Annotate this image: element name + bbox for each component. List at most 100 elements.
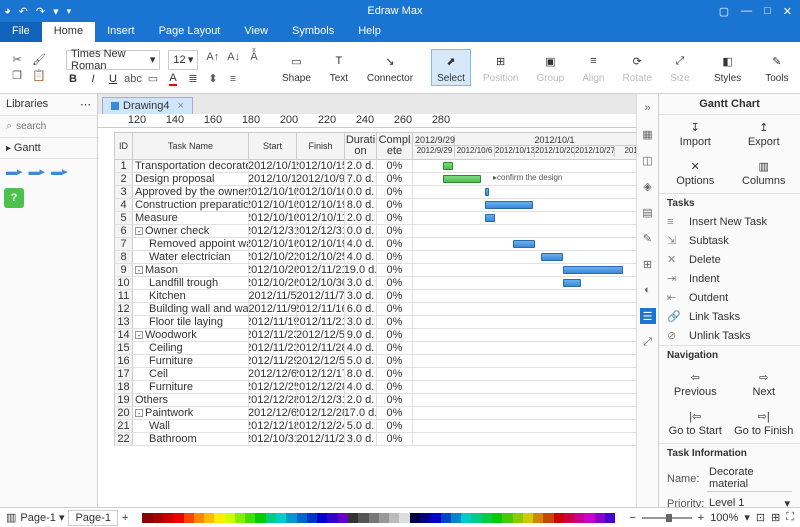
priority-field[interactable]: Level 1▾ bbox=[707, 496, 792, 507]
group-button[interactable]: ▣Group bbox=[530, 49, 570, 86]
zoom-slider[interactable] bbox=[642, 517, 692, 519]
goto-finish-button[interactable]: ⇨|Go to Finish bbox=[732, 410, 797, 437]
tool-icon[interactable]: ▦ bbox=[640, 126, 656, 142]
table-row[interactable]: 16Furniture2012/11/292012/12/55.0 d.0% bbox=[114, 355, 636, 368]
color-swatch[interactable] bbox=[379, 513, 389, 523]
color-swatch[interactable] bbox=[204, 513, 214, 523]
color-swatch[interactable] bbox=[286, 513, 296, 523]
export-button[interactable]: ↥Export bbox=[732, 121, 797, 148]
bold-icon[interactable]: B bbox=[66, 72, 80, 86]
menu-tab-view[interactable]: View bbox=[232, 22, 280, 42]
color-swatch[interactable] bbox=[554, 513, 564, 523]
color-swatch[interactable] bbox=[605, 513, 615, 523]
zoom-in-icon[interactable]: + bbox=[698, 512, 704, 524]
menu-tab-page-layout[interactable]: Page Layout bbox=[147, 22, 233, 42]
color-swatch[interactable] bbox=[142, 513, 152, 523]
menu-tab-symbols[interactable]: Symbols bbox=[280, 22, 346, 42]
previous-button[interactable]: ⇦Previous bbox=[663, 371, 728, 398]
zoom-value[interactable]: 100% bbox=[710, 512, 738, 524]
styles-button[interactable]: ◧Styles bbox=[708, 49, 747, 86]
copy-icon[interactable]: ❐ bbox=[10, 69, 24, 83]
color-swatch[interactable] bbox=[410, 513, 420, 523]
tool-icon[interactable]: ⊞ bbox=[640, 256, 656, 272]
tool-icon[interactable]: ⤢ bbox=[640, 334, 656, 350]
color-swatch[interactable] bbox=[173, 513, 183, 523]
select-button[interactable]: ⬈Select bbox=[431, 49, 471, 86]
table-row[interactable]: 8Water electrician2012/10/222012/10/254.… bbox=[114, 251, 636, 264]
table-row[interactable]: 11Kitchen2012/11/52012/11/73.0 d.0% bbox=[114, 290, 636, 303]
brush-icon[interactable]: 🖌 bbox=[32, 53, 46, 67]
redo-icon[interactable]: ↷ bbox=[36, 5, 45, 18]
tool-icon[interactable]: ◈ bbox=[640, 178, 656, 194]
tool-icon[interactable]: ◐ bbox=[640, 282, 656, 298]
spacing-icon[interactable]: ⬍ bbox=[206, 72, 220, 86]
close-icon[interactable]: ✕ bbox=[783, 5, 792, 18]
import-button[interactable]: ↧Import bbox=[663, 121, 728, 148]
menu-file[interactable]: File bbox=[0, 22, 42, 42]
page-tab[interactable]: Page-1 bbox=[68, 510, 117, 526]
color-swatch[interactable] bbox=[451, 513, 461, 523]
table-row[interactable]: 10Landfill trough2012/10/262012/10/303.0… bbox=[114, 277, 636, 290]
table-row[interactable]: 12Building wall and wall repair2012/11/9… bbox=[114, 303, 636, 316]
rotate-button[interactable]: ⟳Rotate bbox=[616, 49, 657, 86]
fullscreen-icon[interactable]: ⛶ bbox=[786, 511, 794, 524]
color-swatch[interactable] bbox=[389, 513, 399, 523]
table-row[interactable]: 2Design proposal2012/10/12012/10/97.0 d.… bbox=[114, 173, 636, 186]
color-swatch[interactable] bbox=[492, 513, 502, 523]
color-swatch[interactable] bbox=[513, 513, 523, 523]
undo-icon[interactable]: ↶ bbox=[19, 5, 28, 18]
color-swatch[interactable] bbox=[317, 513, 327, 523]
font-size-select[interactable]: 12▾ bbox=[168, 50, 198, 70]
view-icon[interactable]: ⊞ bbox=[771, 511, 780, 524]
category-gantt[interactable]: ▸ Gantt bbox=[0, 138, 97, 159]
menu-tab-home[interactable]: Home bbox=[42, 22, 95, 42]
tools-button[interactable]: ✎Tools bbox=[759, 49, 794, 86]
table-row[interactable]: 20-Paintwork2012/12/62012/12/2817.0 d.0% bbox=[114, 407, 636, 420]
color-swatch[interactable] bbox=[584, 513, 594, 523]
table-row[interactable]: 21Wall2012/12/182012/12/245.0 d.0% bbox=[114, 420, 636, 433]
italic-icon[interactable]: I bbox=[86, 72, 100, 86]
color-swatch[interactable] bbox=[245, 513, 255, 523]
table-row[interactable]: 17Ceil2012/12/62012/12/178.0 d.0% bbox=[114, 368, 636, 381]
gantt-shape[interactable]: ▬▸ bbox=[29, 165, 46, 178]
color-swatch[interactable] bbox=[564, 513, 574, 523]
table-row[interactable]: 15Ceiling2012/11/232012/11/284.0 d.0% bbox=[114, 342, 636, 355]
options-button[interactable]: ✕Options bbox=[663, 160, 728, 187]
pages-icon[interactable]: ▥ bbox=[6, 511, 16, 524]
canvas[interactable]: IDTask NameStartFinishDurationComplete20… bbox=[98, 128, 636, 507]
color-swatch[interactable] bbox=[420, 513, 430, 523]
color-swatch[interactable] bbox=[523, 513, 533, 523]
color-swatch[interactable] bbox=[255, 513, 265, 523]
task-action-outdent[interactable]: ⇤Outdent bbox=[659, 288, 800, 307]
position-button[interactable]: ⊞Position bbox=[477, 49, 525, 86]
minimize-icon[interactable]: — bbox=[741, 5, 752, 18]
table-row[interactable]: 18Furniture2012/12/252012/12/284.0 d.0% bbox=[114, 381, 636, 394]
document-tab[interactable]: Drawing4× bbox=[102, 97, 193, 114]
underline-icon[interactable]: U bbox=[106, 72, 120, 86]
font-family-select[interactable]: Times New Roman▾ bbox=[66, 50, 160, 70]
color-swatch[interactable] bbox=[194, 513, 204, 523]
task-action-unlink-tasks[interactable]: ⊘Unlink Tasks bbox=[659, 326, 800, 345]
shrink-font-icon[interactable]: A↓ bbox=[227, 50, 240, 64]
table-row[interactable]: 4Construction preparation2012/10/102012/… bbox=[114, 199, 636, 212]
cut-icon[interactable]: ✂ bbox=[10, 53, 24, 67]
task-action-delete[interactable]: ✕Delete bbox=[659, 250, 800, 269]
color-swatch[interactable] bbox=[163, 513, 173, 523]
align-button[interactable]: ≡Align bbox=[576, 49, 610, 86]
task-action-link-tasks[interactable]: 🔗Link Tasks bbox=[659, 307, 800, 326]
view-icon[interactable]: ⊡ bbox=[756, 511, 765, 524]
menu-tab-help[interactable]: Help bbox=[346, 22, 393, 42]
table-row[interactable]: 13Floor tile laying2012/11/192012/11/213… bbox=[114, 316, 636, 329]
task-action-indent[interactable]: ⇥Indent bbox=[659, 269, 800, 288]
highlight-icon[interactable]: ▭ bbox=[146, 72, 160, 86]
color-swatch[interactable] bbox=[153, 513, 163, 523]
size-button[interactable]: ⤢Size bbox=[664, 49, 696, 86]
color-swatch[interactable] bbox=[543, 513, 553, 523]
color-swatch[interactable] bbox=[574, 513, 584, 523]
library-search[interactable]: ⌕ ⌕ bbox=[0, 116, 97, 138]
page-select[interactable]: Page-1 ▾ bbox=[20, 511, 64, 524]
table-row[interactable]: 9-Mason2012/10/262012/11/2119.0 d.0% bbox=[114, 264, 636, 277]
add-page-icon[interactable]: + bbox=[122, 512, 128, 524]
color-swatch[interactable] bbox=[595, 513, 605, 523]
color-swatch[interactable] bbox=[184, 513, 194, 523]
